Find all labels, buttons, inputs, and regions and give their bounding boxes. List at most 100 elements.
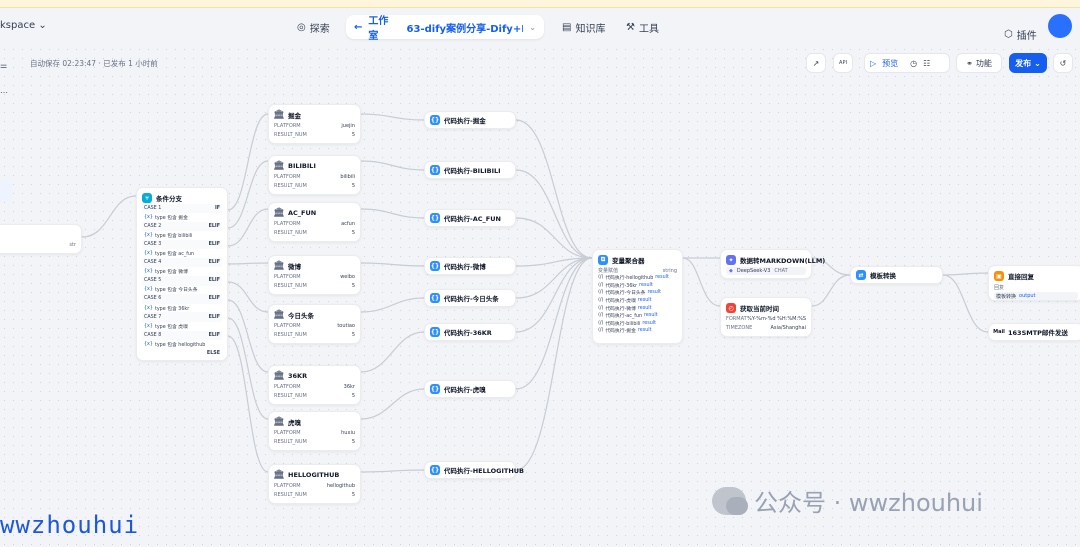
- code-node[interactable]: {} 代码执行-掘金: [424, 111, 516, 129]
- node-title: 数据转MARKDOWN(LLM): [740, 257, 826, 265]
- condition-node[interactable]: ⑂ 条件分支 CASE 1 IF {x} type 包含 掘金 CASE 2 ELIF {x}…: [136, 187, 228, 361]
- platform-value: toutiao: [337, 323, 355, 329]
- case-condition: {x} type 包含 今日头条: [142, 286, 222, 295]
- publish-button[interactable]: 发布 ⌄: [1009, 53, 1047, 73]
- node-title: 获取当前时间: [740, 305, 779, 313]
- chevron-down-icon: ⌄: [1034, 58, 1041, 68]
- aggregator-type: string: [662, 267, 677, 274]
- llm-node[interactable]: ✦ 数据转MARKDOWN(LLM) ◆ DeepSeek-V3 CHAT: [720, 249, 825, 279]
- platform-value: 36kr: [343, 384, 355, 390]
- current-app-name[interactable]: 63-dify案例分享-Dify+R...: [407, 20, 524, 35]
- code-icon: {}: [430, 384, 440, 394]
- case-label: CASE 8: [144, 332, 162, 338]
- workspace-selector[interactable]: kspace ⌄: [0, 20, 47, 31]
- cube-icon: ⬡: [1004, 29, 1013, 40]
- template-icon: ⇄: [856, 270, 866, 280]
- tool-node[interactable]: 🏛 微博 PLATFORM weibo RESULT_NUM 5: [268, 255, 361, 295]
- code-node[interactable]: {} 代码执行-AC_FUN: [424, 209, 516, 227]
- smtp-node[interactable]: Mail 163SMTP邮件发送: [988, 323, 1080, 341]
- sidebar-active-item[interactable]: [0, 180, 12, 202]
- code-icon: ⟨/⟩: [598, 275, 604, 281]
- case-label: CASE 6: [144, 296, 162, 302]
- nav-studio[interactable]: ← 工作室 63-dify案例分享-Dify+R... ⌄: [346, 15, 544, 42]
- tool-node[interactable]: 🏛 36KR PLATFORM 36kr RESULT_NUM 5: [268, 365, 361, 405]
- code-icon: {}: [430, 261, 440, 271]
- case-label: CASE 3: [144, 242, 162, 248]
- answer-node[interactable]: ▣ 直接回复 回复 模板转换 output: [988, 265, 1080, 301]
- case-label: CASE 1: [144, 206, 162, 212]
- branch-icon: ⑂: [142, 193, 152, 203]
- tool-node[interactable]: 🏛 掘金 PLATFORM juejin RESULT_NUM 5: [268, 104, 361, 144]
- more-icon[interactable]: ⋯: [0, 88, 12, 97]
- case-condition: {x} type 包含 36kr: [142, 304, 222, 313]
- arrow-left-icon: ←: [354, 21, 363, 33]
- case-row: CASE 7 ELIF: [142, 312, 222, 322]
- avatar[interactable]: [1048, 14, 1072, 38]
- start-node[interactable]: str: [0, 224, 82, 254]
- case-condition: {x} type 包含 hellogithub: [142, 340, 222, 349]
- code-node[interactable]: {} 代码执行-微博: [424, 257, 516, 275]
- code-node[interactable]: {} 代码执行-今日头条: [424, 289, 516, 307]
- node-title: 代码执行-今日头条: [444, 295, 499, 303]
- nav-plugins[interactable]: ⬡ 插件: [1004, 27, 1037, 42]
- code-node[interactable]: {} 代码执行-HELLOGITHUB: [424, 461, 524, 479]
- code-icon: {}: [430, 465, 440, 475]
- condition-text: type 包含 36kr: [154, 306, 190, 312]
- case-keyword: ELIF: [208, 224, 220, 230]
- api-button[interactable]: API: [833, 53, 853, 73]
- node-title: 代码执行-AC_FUN: [444, 215, 501, 223]
- code-icon: ⟨/⟩: [598, 320, 604, 326]
- code-node[interactable]: {} 代码执行-BILIBILI: [424, 161, 516, 179]
- variable-aggregator-node[interactable]: ⧉ 变量聚合器 变量赋值 string ⟨/⟩ 代码执行-hellogithub res…: [592, 249, 683, 344]
- var-source: 代码执行-bilibili: [605, 321, 641, 327]
- result-num-value: 5: [351, 230, 355, 236]
- checklist-icon[interactable]: ☷: [923, 59, 930, 68]
- tool-node[interactable]: 🏛 BILIBILI PLATFORM bilibili RESULT_NUM 5: [268, 155, 361, 195]
- play-icon[interactable]: ▷: [870, 59, 876, 68]
- chevron-down-icon: ⌄: [38, 20, 47, 31]
- code-node[interactable]: {} 代码执行-虎嗅: [424, 380, 516, 398]
- nav-tools[interactable]: ⚒ 工具: [626, 20, 659, 35]
- tool-node[interactable]: 🏛 今日头条 PLATFORM toutiao RESULT_NUM 5: [268, 304, 361, 344]
- history-button[interactable]: ↺: [1053, 53, 1073, 73]
- variable-icon: {x}: [144, 305, 153, 311]
- tool-node[interactable]: 🏛 HELLOGITHUB PLATFORM hellogithub RESULT_NU…: [268, 464, 361, 504]
- author-watermark: wwzhouhui: [0, 511, 140, 539]
- restore-icon: ↺: [1059, 58, 1067, 68]
- code-node[interactable]: {} 代码执行-36KR: [424, 323, 516, 341]
- result-num-value: 5: [351, 332, 355, 338]
- timezone-label: TIMEZONE: [726, 325, 753, 331]
- platform-value: huxiu: [341, 430, 355, 436]
- nav-explore[interactable]: ◎ 探索: [297, 20, 330, 35]
- preview-button[interactable]: 预览: [882, 58, 898, 69]
- museum-icon: 🏛: [273, 110, 285, 120]
- tool-node[interactable]: 🏛 虎嗅 PLATFORM huxiu RESULT_NUM 5: [268, 411, 361, 451]
- get-time-node[interactable]: ◴ 获取当前时间 FORMAT %Y-%m-%d %H:%M:%S TIMEZONE…: [720, 297, 812, 337]
- platform-value: bilibili: [340, 174, 355, 180]
- platform-value: weibo: [340, 274, 355, 280]
- sliders-icon[interactable]: ⚌: [0, 61, 12, 70]
- node-title: 变量聚合器: [612, 257, 645, 265]
- timezone-value: Asia/Shanghai: [770, 325, 806, 331]
- aggregator-var: ⟨/⟩ 代码执行-bilibili result: [598, 320, 677, 328]
- history-icon[interactable]: ◷: [910, 59, 917, 68]
- result-num-label: RESULT_NUM: [274, 393, 307, 399]
- case-row: CASE 1 IF: [142, 204, 222, 214]
- result-num-label: RESULT_NUM: [274, 332, 307, 338]
- features-button[interactable]: ⚭ 功能: [956, 53, 1002, 73]
- case-condition: {x} type 包含 微博: [142, 267, 222, 276]
- case-row: CASE 3 ELIF: [142, 240, 222, 250]
- var-name: result: [639, 282, 653, 288]
- external-link-button[interactable]: ↗: [806, 53, 826, 73]
- left-sidebar: ⚌ ⋯: [0, 46, 14, 547]
- condition-text: type 包含 hellogithub: [154, 342, 206, 348]
- var-source: 代码执行-36kr: [605, 283, 638, 289]
- case-condition: {x} type 包含 bilibili: [142, 231, 222, 240]
- template-transform-node[interactable]: ⇄ 模板转换: [850, 266, 943, 284]
- tool-node[interactable]: 🏛 AC_FUN PLATFORM acfun RESULT_NUM 5: [268, 202, 361, 242]
- museum-icon: 🏛: [273, 261, 285, 271]
- nav-knowledge[interactable]: ▤ 知识库: [562, 20, 605, 35]
- platform-label: PLATFORM: [274, 221, 301, 227]
- platform-label: PLATFORM: [274, 483, 301, 489]
- node-title: 条件分支: [156, 195, 182, 203]
